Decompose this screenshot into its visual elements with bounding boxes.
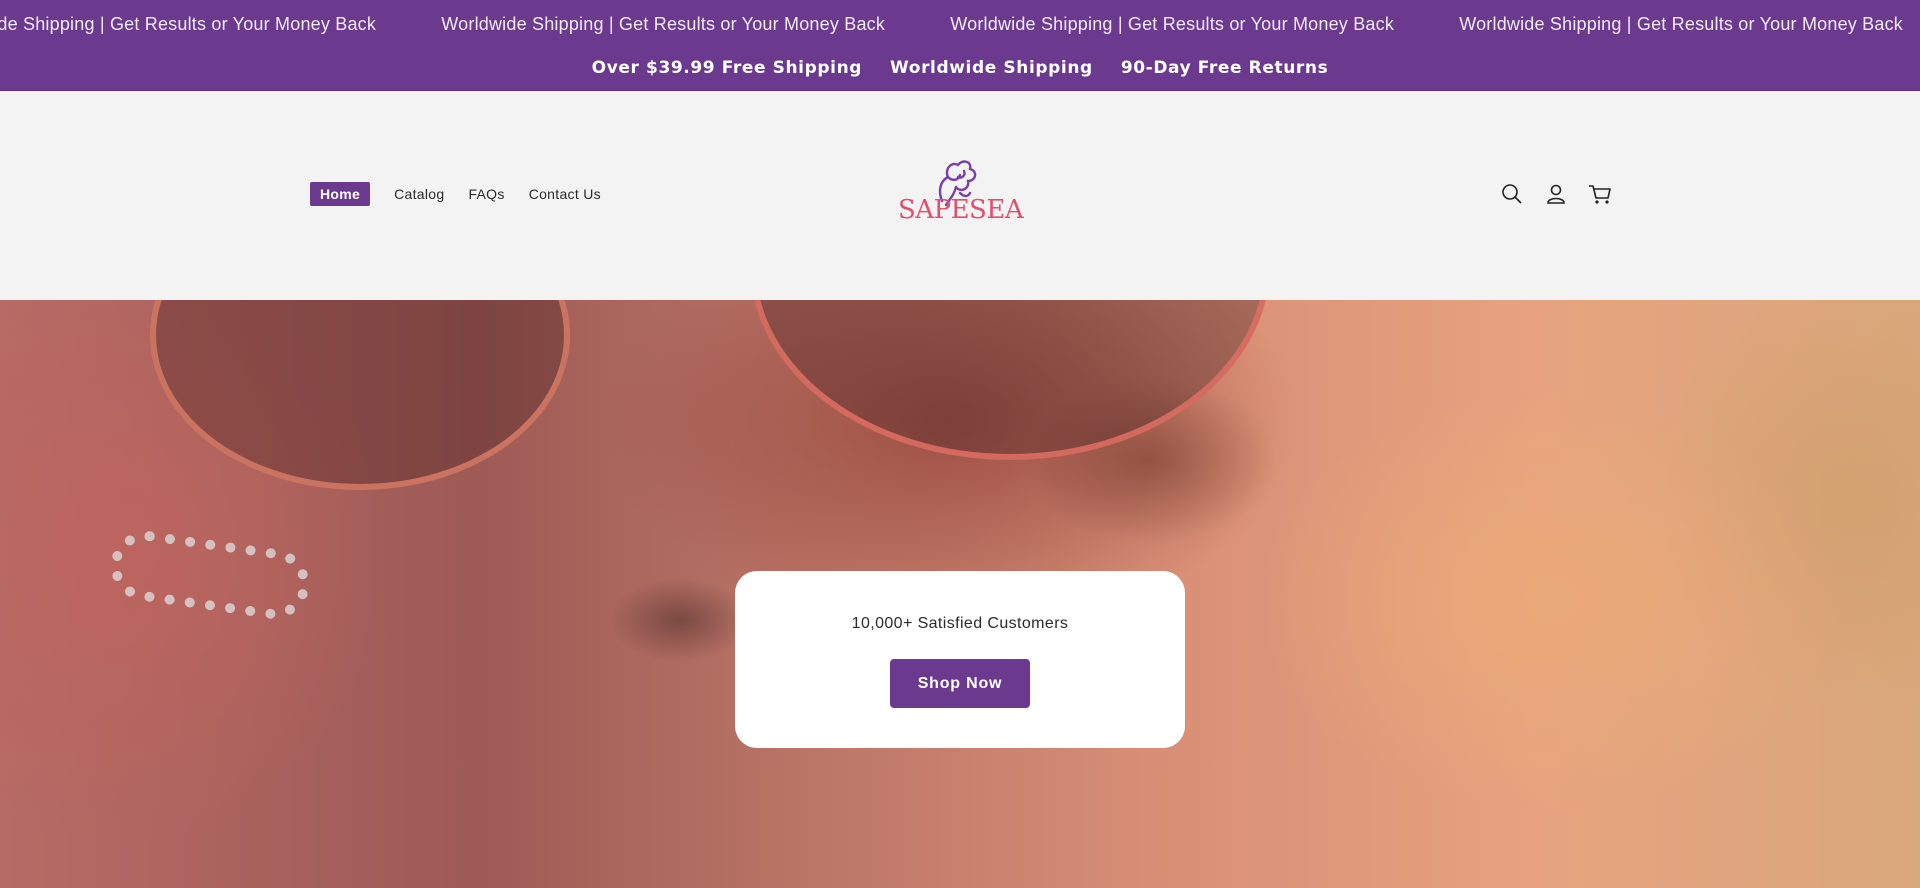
site-logo[interactable]: SAPESEA xyxy=(898,151,1024,231)
logo-text: SAPESEA xyxy=(898,195,1024,225)
main-nav: Home Catalog FAQs Contact Us xyxy=(310,182,601,206)
nav-faqs[interactable]: FAQs xyxy=(468,186,504,202)
nav-catalog[interactable]: Catalog xyxy=(394,186,444,202)
hero-cta-card: 10,000+ Satisfied Customers Shop Now xyxy=(735,571,1185,748)
marquee-item: Worldwide Shipping | Get Results or Your… xyxy=(950,14,1395,34)
account-icon[interactable] xyxy=(1544,182,1568,206)
hero-tagline: 10,000+ Satisfied Customers xyxy=(851,615,1069,632)
nav-home[interactable]: Home xyxy=(310,182,371,206)
hero-image-ring xyxy=(106,526,314,624)
search-icon[interactable] xyxy=(1500,182,1524,206)
marquee-item: Worldwide Shipping | Get Results or Your… xyxy=(1459,14,1903,34)
hero-image-sunglasses-left xyxy=(150,300,570,490)
benefit-free-returns: 90-Day Free Returns xyxy=(1120,58,1329,78)
site-header: Home Catalog FAQs Contact Us SAPESEA xyxy=(0,91,1920,300)
marquee-track: wide Shipping | Get Results or Your Mone… xyxy=(0,14,1920,35)
shop-now-button[interactable]: Shop Now xyxy=(890,659,1030,708)
hero-image-sunglasses-right xyxy=(750,300,1270,460)
marquee-item: Worldwide Shipping | Get Results or Your… xyxy=(441,14,886,34)
benefits-bar: Over $39.99 Free Shipping Worldwide Ship… xyxy=(0,50,1920,91)
benefit-free-shipping: Over $39.99 Free Shipping xyxy=(591,58,863,78)
cart-icon[interactable] xyxy=(1588,182,1612,206)
nav-contact-us[interactable]: Contact Us xyxy=(529,186,601,202)
header-icons xyxy=(1500,182,1612,206)
announcement-marquee: wide Shipping | Get Results or Your Mone… xyxy=(0,0,1920,50)
marquee-item: wide Shipping | Get Results or Your Mone… xyxy=(0,14,377,34)
benefit-worldwide-shipping: Worldwide Shipping xyxy=(890,58,1093,78)
